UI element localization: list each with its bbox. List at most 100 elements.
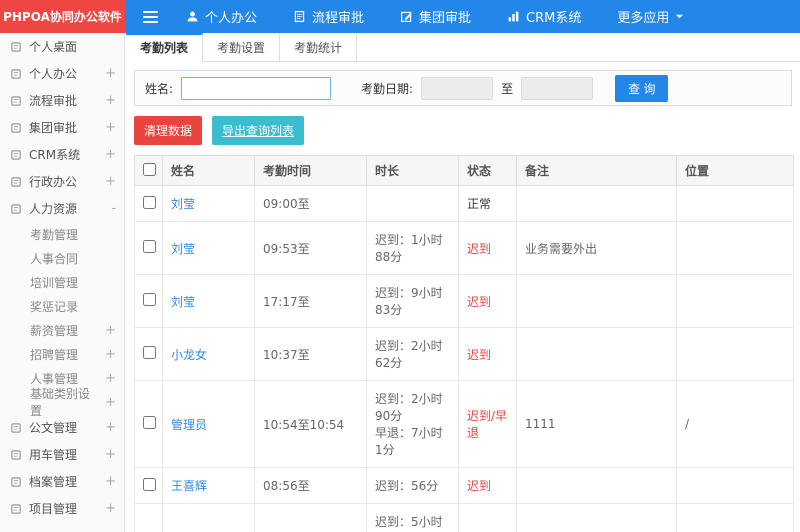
filter-bar: 姓名: 考勤日期: 至 查 询 bbox=[134, 70, 792, 106]
table-row: 刘莹 17:17至 迟到：9小时83分 迟到 bbox=[134, 274, 794, 328]
attendance-table: 姓名 考勤时间 时长 状态 备注 位置 刘莹 09:00至 正常 刘莹 09:53至 迟到… bbox=[134, 155, 794, 532]
edit-approve-icon bbox=[400, 10, 413, 23]
sidebar-item[interactable]: 行政办公 + bbox=[0, 168, 124, 195]
sidebar-item[interactable]: 用车管理 + bbox=[0, 441, 124, 468]
sidebar-item[interactable]: 培训管理 bbox=[0, 270, 124, 294]
expand-toggle-icon[interactable]: + bbox=[105, 501, 116, 516]
tab-bar: 考勤列表 考勤设置 考勤统计 bbox=[126, 33, 800, 62]
duration-cell: 迟到：2小时90分 早退：7小时1分 bbox=[366, 380, 459, 468]
location-cell bbox=[676, 221, 794, 275]
note-cell bbox=[516, 185, 677, 222]
sidebar-item[interactable]: 集团审批 + bbox=[0, 114, 124, 141]
attendance-time-cell: 09:53至 bbox=[254, 221, 367, 275]
sidebar-item[interactable]: 个人办公 + bbox=[0, 60, 124, 87]
sidebar-item[interactable]: 考勤管理 bbox=[0, 222, 124, 246]
sidebar-item[interactable]: 人事合同 bbox=[0, 246, 124, 270]
attendance-time-cell: 13:20至13:20 bbox=[254, 503, 367, 532]
row-checkbox[interactable] bbox=[143, 477, 156, 491]
employee-name-link[interactable]: 刘莹 bbox=[171, 242, 195, 256]
duration-cell: 迟到：56分 bbox=[366, 467, 459, 504]
note-cell bbox=[516, 274, 677, 328]
hr-icon bbox=[10, 203, 22, 215]
sidebar-item[interactable]: 人力资源 - bbox=[0, 195, 124, 222]
tab-2[interactable]: 考勤统计 bbox=[280, 33, 358, 61]
status-text: 迟到 bbox=[467, 479, 492, 493]
expand-toggle-icon[interactable]: + bbox=[105, 147, 116, 162]
employee-name-link[interactable]: 小龙女 bbox=[171, 348, 207, 362]
note-cell bbox=[516, 503, 677, 532]
expand-toggle-icon[interactable]: + bbox=[105, 420, 116, 435]
select-all-checkbox[interactable] bbox=[143, 162, 156, 176]
location-cell bbox=[676, 185, 794, 222]
column-header: 时长 bbox=[366, 155, 459, 186]
attendance-time-cell: 17:17至 bbox=[254, 274, 367, 328]
app-logo[interactable]: PHPOA协同办公软件 bbox=[0, 0, 125, 33]
date-end-input[interactable] bbox=[521, 76, 594, 100]
expand-toggle-icon[interactable]: + bbox=[105, 474, 116, 489]
sidebar-item[interactable]: 基础类别设置 + bbox=[0, 387, 124, 418]
attendance-time-cell: 10:37至 bbox=[254, 327, 367, 381]
sidebar-item[interactable]: 招聘管理 + bbox=[0, 342, 124, 366]
top-nav-item[interactable]: 更多应用 bbox=[617, 7, 684, 26]
expand-toggle-icon[interactable]: + bbox=[105, 447, 116, 462]
admin-office-icon bbox=[10, 176, 22, 188]
duration-cell: 迟到：2小时62分 bbox=[366, 327, 459, 381]
row-checkbox[interactable] bbox=[143, 416, 156, 429]
expand-toggle-icon[interactable]: - bbox=[111, 201, 116, 216]
menu-toggle-icon[interactable] bbox=[143, 10, 158, 23]
row-checkbox[interactable] bbox=[143, 240, 156, 253]
bar-chart-icon bbox=[507, 10, 520, 23]
group-approve-icon bbox=[10, 122, 22, 134]
expand-toggle-icon[interactable]: + bbox=[105, 395, 116, 410]
status-text: 迟到/早退 bbox=[467, 409, 508, 440]
sidebar-item[interactable]: 公文管理 + bbox=[0, 414, 124, 441]
sidebar-item[interactable]: 流程审批 + bbox=[0, 87, 124, 114]
status-text: 迟到 bbox=[467, 294, 492, 309]
expand-toggle-icon[interactable]: + bbox=[105, 347, 116, 362]
export-list-button[interactable]: 导出查询列表 bbox=[212, 116, 305, 145]
duration-cell: 迟到：5小时33分早退：4小时67分 bbox=[366, 503, 459, 532]
doc-manage-icon bbox=[10, 422, 22, 434]
sidebar-item[interactable]: 薪资管理 + bbox=[0, 318, 124, 342]
top-nav-item[interactable]: 集团审批 bbox=[400, 7, 471, 26]
column-header: 备注 bbox=[516, 155, 677, 186]
top-nav-item[interactable]: CRM系统 bbox=[507, 7, 581, 26]
expand-toggle-icon[interactable]: + bbox=[105, 323, 116, 338]
sidebar-item[interactable]: 项目管理 + bbox=[0, 495, 124, 522]
expand-toggle-icon[interactable]: + bbox=[105, 93, 116, 108]
expand-toggle-icon[interactable]: + bbox=[105, 174, 116, 189]
employee-name-link[interactable]: 刘莹 bbox=[171, 295, 195, 309]
expand-toggle-icon[interactable]: + bbox=[105, 371, 116, 386]
top-nav-item[interactable]: 个人办公 bbox=[186, 7, 257, 26]
sidebar-item[interactable]: 个人桌面 bbox=[0, 33, 124, 60]
expand-toggle-icon[interactable]: + bbox=[105, 66, 116, 81]
app-window: PHPOA协同办公软件 个人办公 流程审批 集团审批 CRM系统 更多应用 个人… bbox=[0, 0, 800, 532]
sidebar-item[interactable]: CRM系统 + bbox=[0, 141, 124, 168]
row-checkbox[interactable] bbox=[143, 195, 156, 209]
clear-data-button[interactable]: 清理数据 bbox=[134, 116, 203, 145]
expand-toggle-icon[interactable]: + bbox=[105, 120, 116, 135]
row-checkbox[interactable] bbox=[143, 293, 156, 306]
name-filter-input[interactable] bbox=[181, 76, 332, 100]
column-header: 状态 bbox=[458, 155, 517, 186]
table-row: 刘莹 09:00至 正常 bbox=[134, 185, 794, 222]
sidebar-item[interactable]: 奖惩记录 bbox=[0, 294, 124, 318]
project-icon bbox=[10, 503, 22, 515]
employee-name-link[interactable]: 王喜辉 bbox=[171, 479, 207, 493]
date-to-label: 至 bbox=[501, 81, 514, 96]
table-header-row: 姓名 考勤时间 时长 状态 备注 位置 bbox=[134, 155, 794, 186]
duration-cell: 迟到：9小时83分 bbox=[366, 274, 459, 328]
row-checkbox[interactable] bbox=[143, 346, 156, 359]
status-text: 正常 bbox=[467, 197, 492, 211]
top-nav-item[interactable]: 流程审批 bbox=[293, 7, 364, 26]
employee-name-link[interactable]: 管理员 bbox=[171, 418, 207, 432]
employee-name-link[interactable]: 刘莹 bbox=[171, 197, 195, 211]
tab-1[interactable]: 考勤设置 bbox=[203, 33, 281, 61]
tab-0[interactable]: 考勤列表 bbox=[126, 33, 204, 62]
attendance-time-cell: 08:56至 bbox=[254, 467, 367, 504]
note-cell bbox=[516, 327, 677, 381]
sidebar-item[interactable]: 档案管理 + bbox=[0, 468, 124, 495]
date-start-input[interactable] bbox=[421, 76, 494, 100]
crm-icon bbox=[10, 149, 22, 161]
search-button[interactable]: 查 询 bbox=[615, 74, 669, 102]
